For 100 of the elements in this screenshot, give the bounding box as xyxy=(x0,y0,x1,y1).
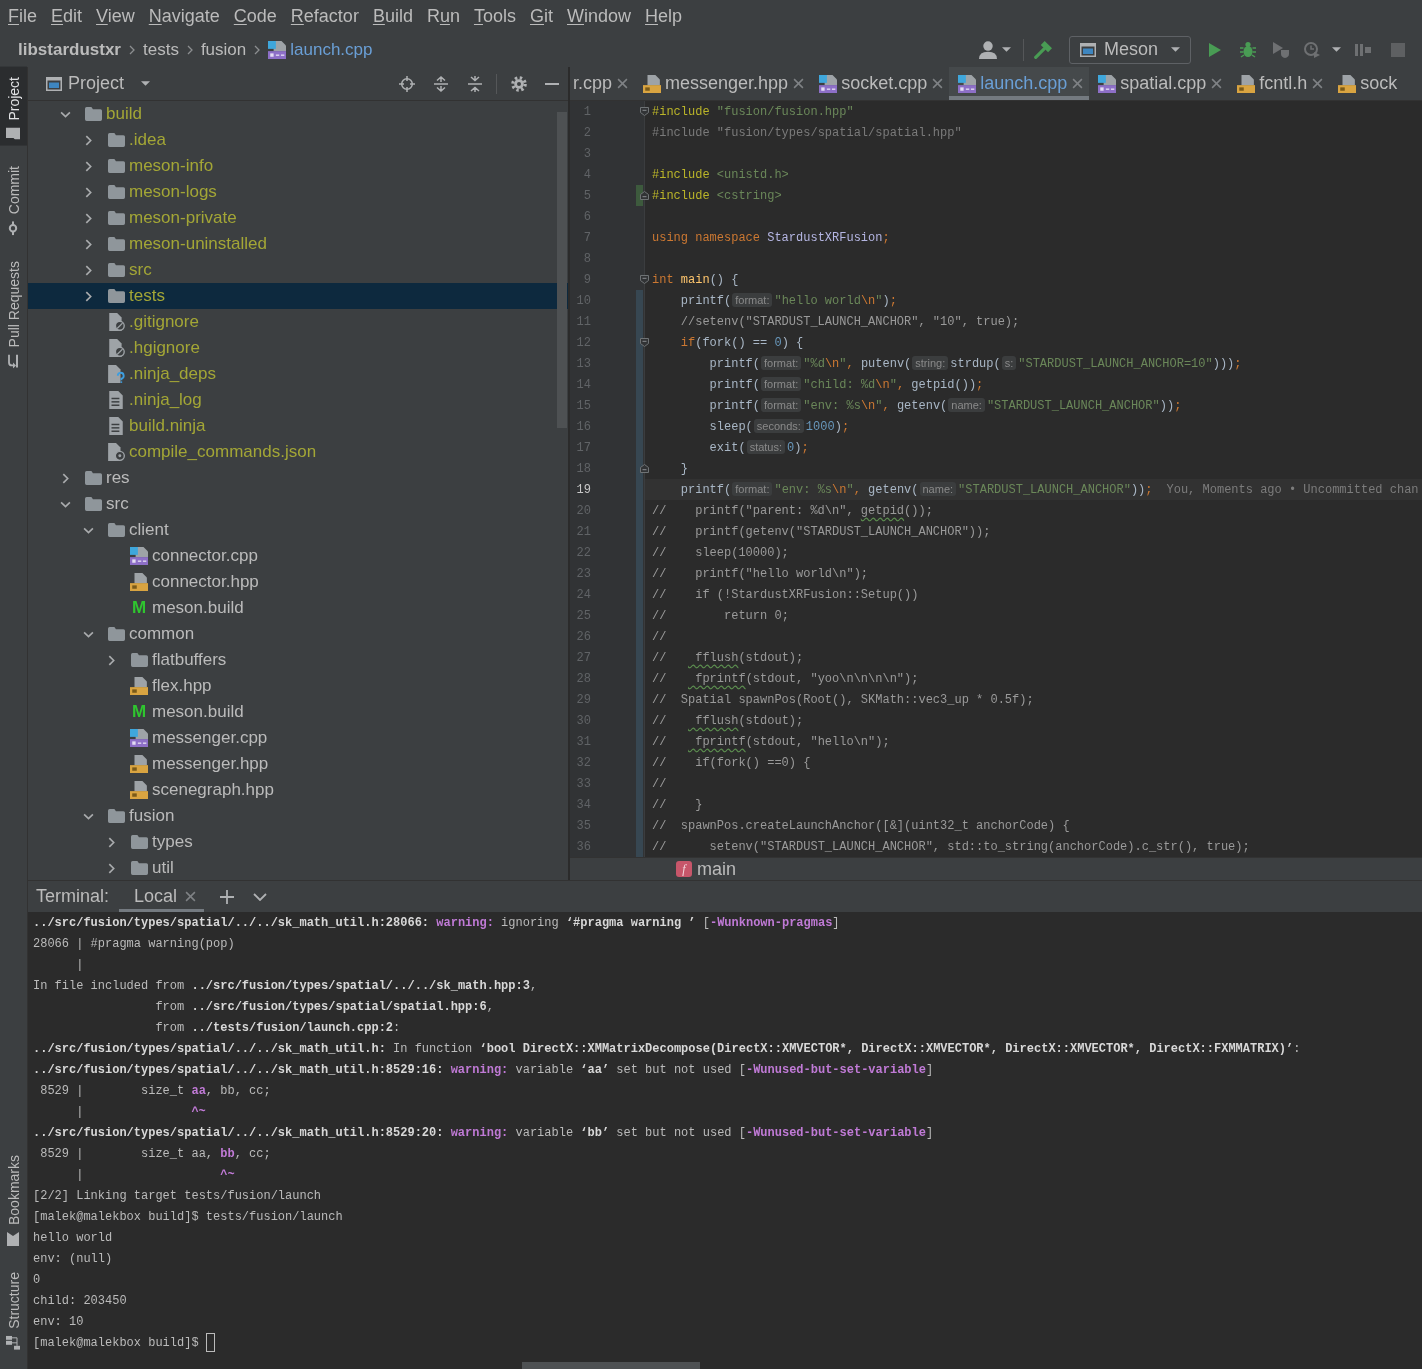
collapse-arrows-icon[interactable] xyxy=(467,75,483,92)
tree-item[interactable]: common xyxy=(28,621,568,647)
tree-item[interactable]: types xyxy=(28,829,568,855)
play-icon[interactable] xyxy=(1209,42,1221,57)
tool-window-tab[interactable]: Commit xyxy=(0,155,27,241)
tree-item[interactable]: .idea xyxy=(28,127,568,153)
change-marker[interactable] xyxy=(636,290,643,311)
tree-item[interactable]: meson-logs xyxy=(28,179,568,205)
tree-item[interactable]: res xyxy=(28,465,568,491)
editor-tab[interactable]: launch.cpp xyxy=(949,67,1090,100)
close-icon[interactable] xyxy=(1211,78,1223,89)
plus-icon[interactable] xyxy=(220,889,235,904)
stop-icon[interactable] xyxy=(1391,42,1405,57)
tree-item[interactable]: compile_commands.json xyxy=(28,439,568,465)
tree-item[interactable]: .ninja_log xyxy=(28,387,568,413)
tree-item[interactable]: src xyxy=(28,491,568,517)
chevron-right-icon[interactable] xyxy=(61,472,69,484)
close-icon[interactable] xyxy=(793,78,805,89)
tool-window-tab[interactable]: Structure xyxy=(0,1262,27,1356)
menu-item[interactable]: Run xyxy=(426,5,460,27)
caret-icon[interactable] xyxy=(1171,47,1180,52)
caret-icon[interactable] xyxy=(1332,47,1341,52)
tree-item[interactable]: messenger.cpp xyxy=(28,725,568,751)
fold-icon[interactable] xyxy=(640,464,649,473)
tree-item[interactable]: tests xyxy=(28,283,568,309)
chevron-down-icon[interactable] xyxy=(253,892,268,901)
tree-item[interactable]: meson-uninstalled xyxy=(28,231,568,257)
chevron-right-icon[interactable] xyxy=(84,160,92,172)
tool-window-tab[interactable]: Pull Requests xyxy=(0,250,27,375)
shield-play-icon[interactable] xyxy=(1273,41,1289,58)
chevron-right-icon[interactable] xyxy=(84,264,92,276)
tree-item[interactable]: fusion xyxy=(28,803,568,829)
menu-item[interactable]: Window xyxy=(567,5,632,27)
tree-item[interactable]: src xyxy=(28,257,568,283)
tree-item[interactable]: M meson.build xyxy=(28,595,568,621)
tree-item[interactable]: client xyxy=(28,517,568,543)
editor-tab[interactable]: r.cpp xyxy=(570,67,635,100)
tree-item[interactable]: connector.hpp xyxy=(28,569,568,595)
chevron-right-icon[interactable] xyxy=(107,654,115,666)
chevron-down-icon[interactable] xyxy=(59,500,71,508)
caret-icon[interactable] xyxy=(1002,47,1011,52)
crosshair-icon[interactable] xyxy=(399,75,415,92)
scrollbar[interactable] xyxy=(557,112,567,428)
menu-item[interactable]: File xyxy=(8,5,37,27)
tree-item[interactable]: .ninja_deps xyxy=(28,361,568,387)
chevron-right-icon[interactable] xyxy=(84,134,92,146)
bars-icon[interactable] xyxy=(1355,41,1371,58)
tree-item[interactable]: meson-info xyxy=(28,153,568,179)
menu-item[interactable]: Git xyxy=(530,5,553,27)
tree-item[interactable]: .gitignore xyxy=(28,309,568,335)
tree-item[interactable]: messenger.hpp xyxy=(28,751,568,777)
tree-item[interactable]: M meson.build xyxy=(28,699,568,725)
user-icon[interactable] xyxy=(979,40,997,59)
tree-item[interactable]: meson-private xyxy=(28,205,568,231)
editor-tab[interactable]: messenger.hpp xyxy=(634,67,811,100)
expand-arrows-icon[interactable] xyxy=(433,75,449,92)
editor-tab[interactable]: fcntl.h xyxy=(1228,67,1330,100)
menu-item[interactable]: Tools xyxy=(473,5,516,27)
menu-item[interactable]: Help xyxy=(645,5,683,27)
menu-item[interactable]: Edit xyxy=(51,5,83,27)
editor-tab[interactable]: sock xyxy=(1329,67,1398,100)
chevron-right-icon[interactable] xyxy=(107,862,115,874)
run-configuration-dropdown[interactable]: Meson xyxy=(1069,35,1191,64)
menu-item[interactable]: View xyxy=(96,5,135,27)
tree-item[interactable]: .hgignore xyxy=(28,335,568,361)
tree-item[interactable]: scenegraph.hpp xyxy=(28,777,568,803)
breadcrumb-item[interactable]: fusion xyxy=(200,39,247,60)
fold-icon[interactable] xyxy=(640,275,649,284)
close-icon[interactable] xyxy=(932,78,944,89)
hammer-icon[interactable] xyxy=(1034,40,1052,59)
chevron-down-icon[interactable] xyxy=(82,630,94,638)
editor-tab[interactable]: spatial.cpp xyxy=(1089,67,1229,100)
fold-icon[interactable] xyxy=(640,107,649,116)
clock-icon[interactable] xyxy=(1304,41,1320,58)
change-marker[interactable] xyxy=(636,836,643,857)
scrollbar[interactable] xyxy=(522,1362,700,1369)
fold-icon[interactable] xyxy=(640,338,649,347)
fold-icon[interactable] xyxy=(640,191,649,200)
breadcrumb-item[interactable]: libstardustxr xyxy=(18,39,121,60)
tree-item[interactable]: connector.cpp xyxy=(28,543,568,569)
tree-item[interactable]: build.ninja xyxy=(28,413,568,439)
minus-icon[interactable] xyxy=(545,82,559,85)
chevron-down-icon[interactable] xyxy=(82,812,94,820)
breadcrumb-item[interactable]: main xyxy=(697,858,736,880)
chevron-right-icon[interactable] xyxy=(107,836,115,848)
editor-tab[interactable]: socket.cpp xyxy=(810,67,950,100)
caret-icon[interactable] xyxy=(141,81,151,86)
settings-icon[interactable] xyxy=(511,75,527,92)
close-icon[interactable] xyxy=(185,891,197,902)
close-icon[interactable] xyxy=(1072,78,1084,89)
chevron-right-icon[interactable] xyxy=(84,290,92,302)
breadcrumb-item[interactable]: tests xyxy=(143,39,179,60)
chevron-down-icon[interactable] xyxy=(82,526,94,534)
tree-item[interactable]: build xyxy=(28,101,568,127)
menu-item[interactable]: Code xyxy=(233,5,277,27)
tool-window-tab[interactable]: Project xyxy=(0,67,27,146)
close-icon[interactable] xyxy=(1312,78,1324,89)
bug-icon[interactable] xyxy=(1240,41,1256,58)
tree-item[interactable]: util xyxy=(28,855,568,880)
chevron-right-icon[interactable] xyxy=(84,186,92,198)
